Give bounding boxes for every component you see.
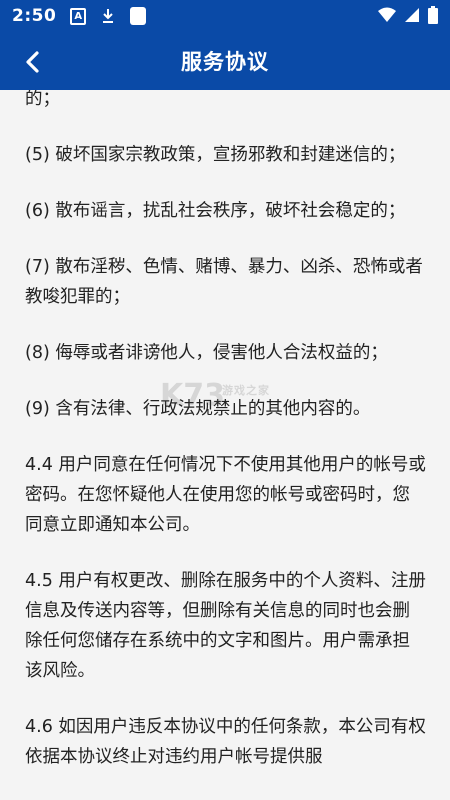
app-square-icon: [130, 7, 147, 25]
signal-icon: [404, 7, 420, 27]
agreement-text: 的； (5) 破坏国家宗教政策，宣扬邪教和封建迷信的； (6) 散布谣言，扰乱社…: [25, 90, 427, 798]
agreement-paragraph: (5) 破坏国家宗教政策，宣扬邪教和封建迷信的；: [25, 145, 406, 165]
status-system-icons: [378, 6, 438, 28]
agreement-paragraph: 的；: [25, 90, 60, 109]
agreement-paragraph: 4.6 如因用户违反本协议中的任何条款，本公司有权依据本协议终止对违约用户帐号提…: [25, 717, 426, 767]
chevron-left-icon: [26, 51, 39, 73]
wifi-icon: [378, 7, 396, 27]
battery-icon: [428, 6, 438, 28]
back-button[interactable]: [16, 46, 48, 78]
agreement-paragraph: 4.5 用户有权更改、删除在服务中的个人资料、注册信息及传送内容等，但删除有关信…: [25, 571, 426, 681]
status-time: 2:50: [12, 6, 57, 26]
download-icon: [100, 8, 116, 24]
agreement-content[interactable]: 的； (5) 破坏国家宗教政策，宣扬邪教和封建迷信的； (6) 散布谣言，扰乱社…: [0, 90, 450, 800]
agreement-paragraph: 4.4 用户同意在任何情况下不使用其他用户的帐号或密码。在您怀疑他人在使用您的帐…: [25, 455, 426, 535]
status-bar: 2:50 A: [0, 0, 450, 32]
page-title: 服务协议: [181, 50, 269, 74]
agreement-paragraph: (6) 散布谣言，扰乱社会秩序，破坏社会稳定的；: [25, 201, 406, 221]
a-notification-icon: A: [70, 7, 87, 25]
app-bar: 服务协议: [0, 32, 450, 90]
agreement-paragraph: (7) 散布淫秽、色情、赌博、暴力、凶杀、恐怖或者教唆犯罪的；: [25, 257, 423, 307]
status-notification-icons: A: [70, 7, 147, 25]
agreement-paragraph: (8) 侮辱或者诽谤他人，侵害他人合法权益的；: [25, 343, 388, 363]
agreement-paragraph: (9) 含有法律、行政法规禁止的其他内容的。: [25, 399, 371, 419]
